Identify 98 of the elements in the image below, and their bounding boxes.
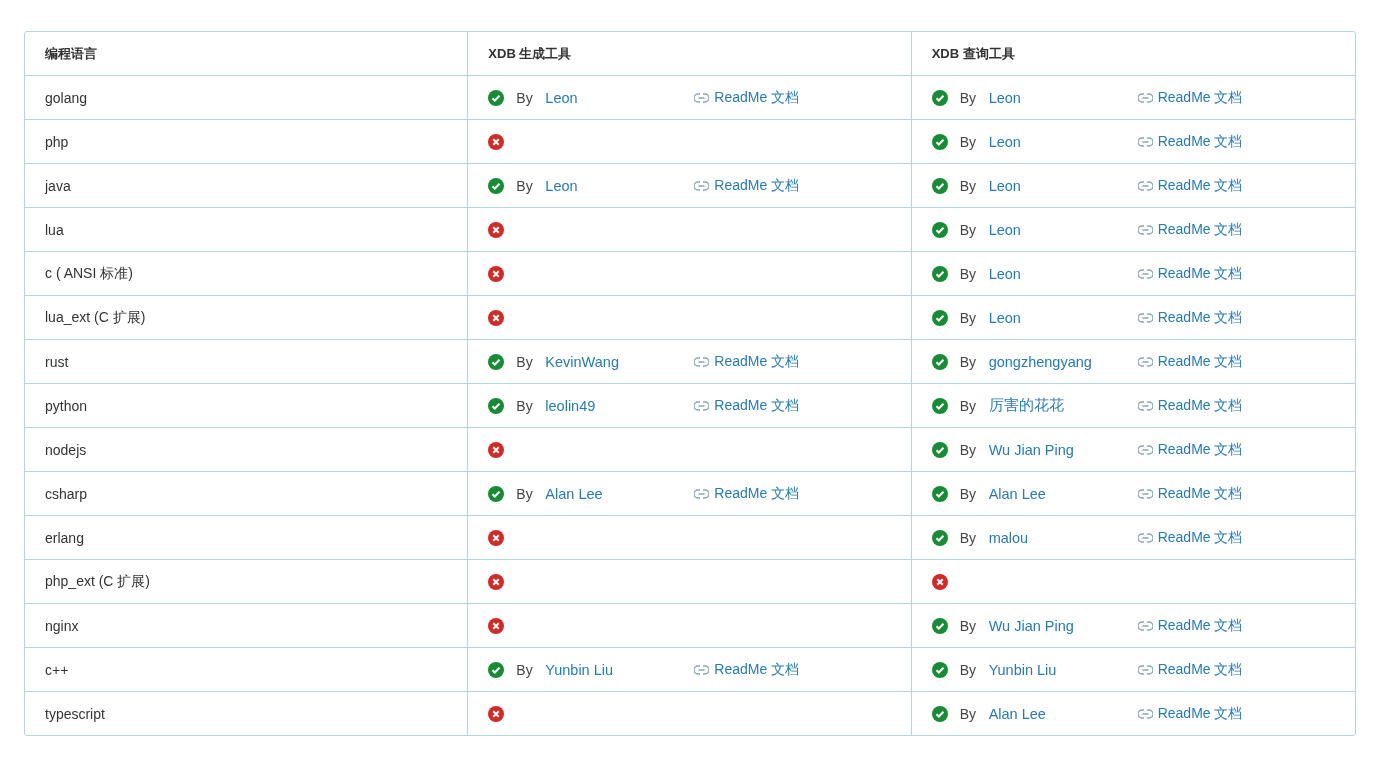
by-label: By [959, 265, 977, 282]
language-name: php_ext (C 扩展) [45, 572, 151, 589]
link-icon [694, 92, 710, 103]
author-link[interactable]: Yunbin Liu [545, 661, 695, 678]
author-link[interactable]: Alan Lee [988, 485, 1138, 502]
readme-link[interactable]: ReadMe 文档 [1137, 704, 1243, 723]
language-name: java [45, 177, 71, 194]
readme-link[interactable]: ReadMe 文档 [1137, 88, 1243, 107]
by-label: By [959, 441, 977, 458]
link-icon [1137, 180, 1153, 191]
by-label: By [516, 397, 534, 414]
author-link[interactable]: malou [988, 529, 1138, 546]
language-name: php [45, 133, 69, 150]
author-link[interactable]: Leon [988, 221, 1138, 238]
readme-link[interactable]: ReadMe 文档 [694, 660, 800, 679]
author-link[interactable]: Leon [988, 133, 1138, 150]
readme-link[interactable]: ReadMe 文档 [694, 88, 800, 107]
language-name: lua_ext (C 扩展) [45, 308, 146, 325]
link-icon [694, 488, 710, 499]
column-header: 编程语言 [25, 32, 469, 76]
author-link[interactable]: Leon [988, 177, 1138, 194]
link-icon [1137, 488, 1153, 499]
by-label: By [959, 133, 977, 150]
by-label: By [959, 397, 977, 414]
language-name: nginx [45, 617, 79, 634]
by-label: By [516, 89, 534, 106]
language-name: typescript [45, 705, 105, 722]
language-name: csharp [45, 485, 88, 502]
readme-link[interactable]: ReadMe 文档 [1137, 308, 1243, 327]
by-label: By [959, 353, 977, 370]
author-link[interactable]: Leon [545, 89, 695, 106]
link-icon [1137, 312, 1153, 323]
readme-link[interactable]: ReadMe 文档 [1137, 528, 1243, 547]
readme-link[interactable]: ReadMe 文档 [1137, 132, 1243, 151]
link-icon [1137, 664, 1153, 675]
by-label: By [959, 529, 977, 546]
language-name: rust [45, 353, 69, 370]
link-icon [1137, 92, 1153, 103]
author-link[interactable]: leolin49 [545, 397, 695, 414]
link-icon [1137, 136, 1153, 147]
column-header: XDB 生成工具 [468, 32, 912, 76]
by-label: By [516, 353, 534, 370]
link-icon [1137, 708, 1153, 719]
author-link[interactable]: gongzhengyang [988, 353, 1138, 370]
readme-link[interactable]: ReadMe 文档 [1137, 220, 1243, 239]
link-icon [694, 400, 710, 411]
language-name: c++ [45, 661, 69, 678]
by-label: By [959, 485, 977, 502]
readme-link[interactable]: ReadMe 文档 [694, 176, 800, 195]
language-name: erlang [45, 529, 84, 546]
link-icon [1137, 268, 1153, 279]
language-name: golang [45, 89, 88, 106]
readme-link[interactable]: ReadMe 文档 [1137, 176, 1243, 195]
link-icon [694, 356, 710, 367]
by-label: By [959, 705, 977, 722]
readme-link[interactable]: ReadMe 文档 [694, 484, 800, 503]
readme-link[interactable]: ReadMe 文档 [1137, 616, 1243, 635]
author-link[interactable]: Yunbin Liu [988, 661, 1138, 678]
author-link[interactable]: 厉害的花花 [988, 396, 1138, 415]
link-icon [1137, 444, 1153, 455]
language-name: nodejs [45, 441, 87, 458]
link-icon [694, 180, 710, 191]
author-link[interactable]: Leon [545, 177, 695, 194]
readme-link[interactable]: ReadMe 文档 [694, 396, 800, 415]
by-label: By [959, 89, 977, 106]
link-icon [1137, 400, 1153, 411]
author-link[interactable]: Wu Jian Ping [988, 441, 1138, 458]
language-name: lua [45, 221, 64, 238]
readme-link[interactable]: ReadMe 文档 [1137, 660, 1243, 679]
by-label: By [959, 661, 977, 678]
author-link[interactable]: Leon [988, 89, 1138, 106]
by-label: By [959, 309, 977, 326]
language-name: python [45, 397, 88, 414]
readme-link[interactable]: ReadMe 文档 [1137, 484, 1243, 503]
author-link[interactable]: Wu Jian Ping [988, 617, 1138, 634]
link-icon [694, 664, 710, 675]
readme-link[interactable]: ReadMe 文档 [1137, 352, 1243, 371]
author-link[interactable]: KevinWang [545, 353, 695, 370]
author-link[interactable]: Alan Lee [988, 705, 1138, 722]
by-label: By [959, 177, 977, 194]
link-icon [1137, 620, 1153, 631]
link-icon [1137, 356, 1153, 367]
by-label: By [516, 661, 534, 678]
readme-link[interactable]: ReadMe 文档 [1137, 440, 1243, 459]
author-link[interactable]: Alan Lee [545, 485, 695, 502]
by-label: By [959, 617, 977, 634]
author-link[interactable]: Leon [988, 309, 1138, 326]
readme-link[interactable]: ReadMe 文档 [1137, 264, 1243, 283]
by-label: By [516, 177, 534, 194]
column-header: XDB 查询工具 [911, 32, 1355, 76]
by-label: By [959, 221, 977, 238]
readme-link[interactable]: ReadMe 文档 [1137, 396, 1243, 415]
link-icon [1137, 224, 1153, 235]
author-link[interactable]: Leon [988, 265, 1138, 282]
language-name: c ( ANSI 标准) [45, 264, 133, 281]
link-icon [1137, 532, 1153, 543]
readme-link[interactable]: ReadMe 文档 [694, 352, 800, 371]
by-label: By [516, 485, 534, 502]
